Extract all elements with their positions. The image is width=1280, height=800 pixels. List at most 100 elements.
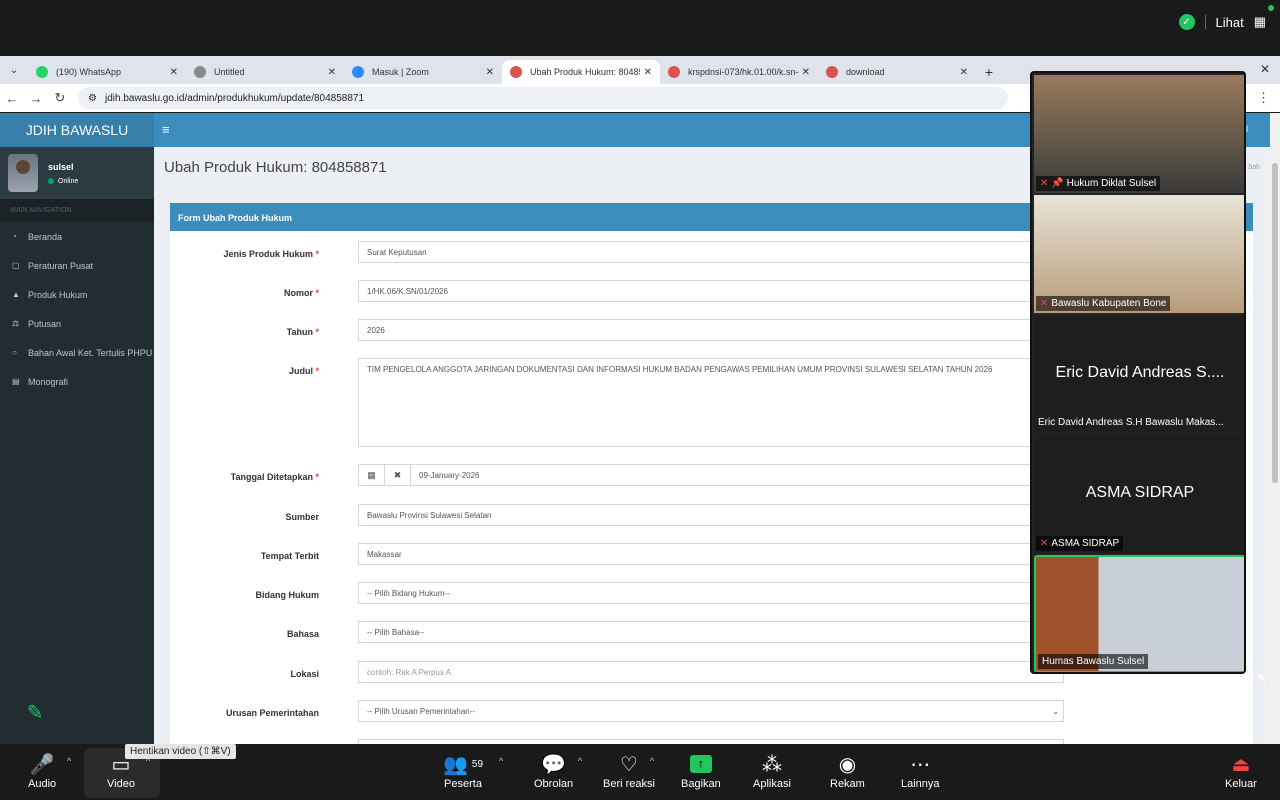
participant-tile[interactable]: ✕ 📌 Hukum Diklat Sulsel bbox=[1034, 75, 1244, 193]
sumber-input[interactable]: Bawaslu Provinsi Sulawesi Selatan bbox=[358, 504, 1064, 526]
mic-muted-icon: ✕ bbox=[1040, 178, 1049, 189]
hamburger-icon[interactable]: ≡ bbox=[162, 122, 170, 137]
sidebar-item-peraturan-pusat[interactable]: ▢ Peraturan Pusat bbox=[0, 251, 154, 280]
close-icon[interactable]: ✕ bbox=[802, 67, 810, 78]
scroll-thumb[interactable] bbox=[1272, 163, 1278, 483]
record-button[interactable]: ◉ Rekam bbox=[830, 750, 865, 791]
chevron-up-icon[interactable]: ^ bbox=[67, 756, 71, 766]
tanggal-datepicker: ▦ ✖ 09-January-2026 bbox=[358, 464, 1064, 486]
audio-button[interactable]: 🎤 Audio bbox=[28, 750, 56, 791]
grid-icon: ▦ bbox=[1253, 14, 1266, 29]
participant-tile[interactable]: ✕ Bawaslu Kabupaten Bone bbox=[1034, 195, 1244, 313]
participant-tile[interactable]: Eric David Andreas S.... Eric David Andr… bbox=[1034, 315, 1244, 433]
participant-label: ✕ 📌 Hukum Diklat Sulsel bbox=[1036, 176, 1161, 191]
tanggal-value[interactable]: 09-January-2026 bbox=[411, 471, 479, 480]
page-title: Ubah Produk Hukum: 804858871 bbox=[164, 159, 387, 176]
tab-search-icon[interactable]: ⌄ bbox=[0, 56, 28, 84]
required-mark: * bbox=[315, 472, 319, 482]
tab-label: (190) WhatsApp bbox=[56, 67, 122, 77]
nomor-input[interactable]: 1/HK.06/K.SN/01/2026 bbox=[358, 280, 1064, 302]
tab-whatsapp[interactable]: (190) WhatsApp ✕ bbox=[28, 60, 186, 84]
pencil-icon[interactable]: ✎ bbox=[22, 699, 48, 725]
view-menu[interactable]: ✓ Lihat ▦ bbox=[1178, 11, 1266, 33]
participant-label: Humas Bawaslu Sulsel bbox=[1038, 654, 1149, 669]
tahun-input[interactable]: 2026 bbox=[358, 319, 1064, 341]
calendar-icon[interactable]: ▦ bbox=[359, 465, 385, 485]
circle-icon: ○ bbox=[12, 348, 17, 357]
page-scrollbar[interactable] bbox=[1270, 113, 1280, 744]
back-icon[interactable]: ← bbox=[0, 91, 24, 106]
forward-icon[interactable]: → bbox=[24, 91, 48, 106]
reactions-button[interactable]: ♡ Beri reaksi bbox=[603, 750, 655, 791]
participant-name: Humas Bawaslu Sulsel bbox=[1042, 656, 1145, 667]
tempat-label: Tempat Terbit bbox=[260, 551, 319, 561]
close-icon[interactable]: ✕ bbox=[644, 67, 652, 78]
tab-krspdnsi[interactable]: krspdnsi-073/hk.01.00/k.sn-16/ ✕ bbox=[660, 60, 818, 84]
bahasa-label: Bahasa bbox=[286, 629, 319, 639]
urusan-select[interactable]: -- Pilih Urusan Pemerintahan-- ⌄ bbox=[358, 700, 1064, 722]
share-button[interactable]: ↑ Bagikan bbox=[681, 750, 721, 790]
breadcrumb[interactable]: bah bbox=[1248, 164, 1260, 171]
judul-textarea[interactable]: TIM PENGELOLA ANGGOTA JARINGAN DOKUMENTA… bbox=[358, 358, 1064, 447]
clear-icon[interactable]: ✖ bbox=[385, 465, 411, 485]
url-field[interactable]: ⚙ jdih.bawaslu.go.id/admin/produkhukum/u… bbox=[78, 87, 1008, 109]
mic-muted-icon: 🎤 bbox=[29, 753, 55, 776]
brand-logo[interactable]: JDIH BAWASLU bbox=[0, 113, 154, 147]
sidebar-item-label: Produk Hukum bbox=[28, 289, 88, 300]
participants-button[interactable]: 👥 59 Peserta bbox=[443, 750, 483, 791]
tab-untitled[interactable]: Untitled ✕ bbox=[186, 60, 344, 84]
chevron-up-icon[interactable]: ^ bbox=[650, 756, 654, 766]
tab-ubah-produk[interactable]: Ubah Produk Hukum: 804858871 ✕ bbox=[502, 60, 660, 84]
sidebar-item-bahan-awal[interactable]: ○ Bahan Awal Ket. Tertulis PHPU bbox=[0, 338, 154, 367]
globe-icon bbox=[194, 66, 206, 78]
participant-name: Hukum Diklat Sulsel bbox=[1066, 178, 1157, 189]
tab-label: Masuk | Zoom bbox=[372, 67, 429, 77]
site-settings-icon[interactable]: ⚙ bbox=[88, 93, 97, 104]
shield-icon: ✓ bbox=[1178, 14, 1195, 30]
tanggal-label: Tanggal Ditetapkan * bbox=[170, 464, 339, 482]
close-icon[interactable]: ✕ bbox=[328, 67, 336, 78]
sidebar-item-beranda[interactable]: ◔ Beranda bbox=[0, 222, 154, 251]
menu-icon[interactable]: ⋮ bbox=[1257, 90, 1270, 106]
tempat-input[interactable]: Makassar bbox=[358, 543, 1064, 565]
reload-icon[interactable]: ↻ bbox=[48, 90, 72, 106]
sidebar-item-putusan[interactable]: ⚖ Putusan bbox=[0, 309, 154, 338]
bidang-select[interactable]: -- Pilih Bidang Hukum-- bbox=[358, 582, 1064, 604]
chevron-down-icon: ⌄ bbox=[1052, 706, 1059, 716]
sidebar-item-monografi[interactable]: ▤ Monografi bbox=[0, 367, 154, 396]
balance-icon: ⚖ bbox=[12, 319, 20, 328]
new-tab-icon[interactable]: + bbox=[976, 60, 1002, 84]
reactions-label: Beri reaksi bbox=[603, 778, 655, 790]
participant-tile[interactable]: ASMA SIDRAP ✕ ASMA SIDRAP bbox=[1034, 435, 1244, 553]
close-window-icon[interactable]: ✕ bbox=[1260, 62, 1270, 76]
tab-download[interactable]: download ✕ bbox=[818, 60, 976, 84]
jenis-label: Jenis Produk Hukum * bbox=[170, 241, 339, 259]
participant-tile-active[interactable]: Humas Bawaslu Sulsel bbox=[1034, 555, 1244, 672]
tab-zoom[interactable]: Masuk | Zoom ✕ bbox=[344, 60, 502, 84]
tab-label: Ubah Produk Hukum: 804858871 bbox=[530, 67, 640, 77]
user-panel: sulsel Online bbox=[0, 147, 154, 199]
close-icon[interactable]: ✕ bbox=[960, 67, 968, 78]
bidang-label: Bidang Hukum bbox=[255, 590, 319, 600]
video-tooltip: Hentikan video (⇧⌘V) bbox=[125, 744, 236, 759]
close-icon[interactable]: ✕ bbox=[486, 67, 494, 78]
chevron-up-icon[interactable]: ^ bbox=[499, 756, 503, 766]
sidebar-item-produk-hukum[interactable]: ▲ Produk Hukum bbox=[0, 280, 154, 309]
apps-button[interactable]: ⁂ Aplikasi bbox=[753, 750, 791, 791]
lokasi-input[interactable]: contoh: Rak A Perpus A bbox=[358, 661, 1064, 683]
bahasa-select[interactable]: -- Pilih Bahasa-- bbox=[358, 621, 1064, 643]
jenis-select[interactable]: Surat Keputusan bbox=[358, 241, 1064, 263]
close-icon[interactable]: ✕ bbox=[170, 67, 178, 78]
leave-button[interactable]: ⏏ Keluar bbox=[1225, 750, 1257, 791]
chat-button[interactable]: 💬 Obrolan bbox=[534, 750, 574, 791]
more-icon: ⋯ bbox=[910, 753, 931, 776]
view-label: Lihat bbox=[1215, 14, 1244, 30]
sidebar-item-label: Putusan bbox=[28, 318, 62, 329]
required-mark: * bbox=[315, 288, 319, 298]
chat-label: Obrolan bbox=[534, 778, 574, 790]
chevron-up-icon[interactable]: ^ bbox=[578, 756, 582, 766]
apps-label: Aplikasi bbox=[753, 778, 791, 790]
more-button[interactable]: ⋯ Lainnya bbox=[901, 750, 940, 791]
record-label: Rekam bbox=[830, 778, 865, 790]
zoom-icon bbox=[352, 66, 364, 78]
